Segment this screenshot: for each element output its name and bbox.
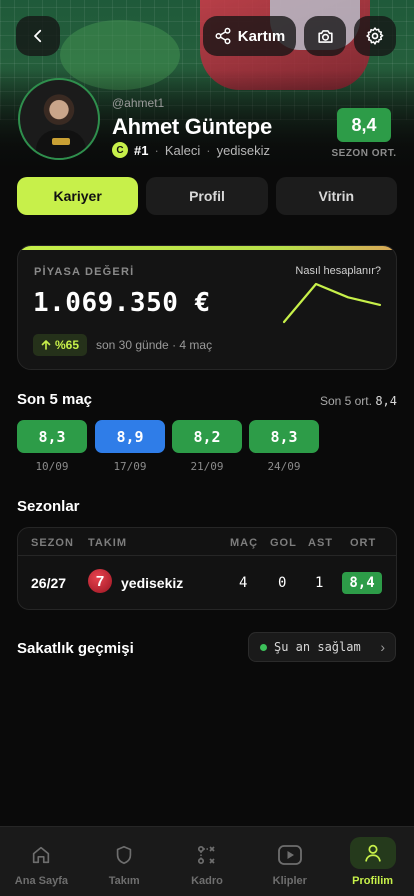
nav-home[interactable]: Ana Sayfa (0, 827, 83, 896)
user-icon-wrap (349, 837, 396, 869)
match-rating[interactable]: 8,3 (17, 420, 87, 453)
last5-title: Son 5 maç (17, 391, 93, 408)
table-divider (18, 555, 396, 556)
arrow-up-icon (41, 340, 51, 350)
separator-dot: · (206, 142, 211, 158)
shield-icon-wrap (101, 841, 147, 869)
average-cell: 8,4 (342, 572, 382, 594)
column-header-assists: AST (308, 537, 333, 549)
match-rating[interactable]: 8,2 (172, 420, 242, 453)
market-value-card: PİYASA DEĞERİ Nasıl hesaplanır? 1.069.35… (17, 245, 397, 370)
back-button[interactable] (16, 16, 60, 56)
settings-button[interactable] (354, 16, 396, 56)
market-value-period: son 30 günde · 4 maç (96, 338, 213, 352)
player-name: Ahmet Güntepe (112, 114, 272, 139)
column-header-matches: MAÇ (230, 537, 259, 549)
player-position: Kaleci (164, 142, 201, 158)
tab-kariyer[interactable]: Kariyer (17, 177, 139, 215)
league-badge: C (112, 142, 128, 158)
share-card-label: Kartım (237, 27, 286, 45)
play-icon-wrap (267, 841, 313, 869)
team-logo: 7 (88, 569, 112, 593)
shield-icon (116, 845, 132, 865)
last5-average-label: Son 5 ort. (319, 394, 372, 408)
tab-profil[interactable]: Profil (146, 177, 268, 215)
gear-icon (366, 27, 384, 45)
nav-home-label: Ana Sayfa (14, 875, 68, 887)
play-icon (277, 845, 302, 865)
status-dot (260, 643, 267, 651)
team-cell: yedisekiz (121, 575, 184, 591)
season-cell: 26/27 (31, 575, 67, 591)
profile-tabs: Kariyer Profil Vitrin (17, 177, 397, 215)
market-value-change-percent: %65 (55, 338, 80, 352)
match-date: 21/09 (190, 460, 224, 473)
column-header-average: ORT (350, 537, 377, 549)
share-icon (215, 27, 231, 45)
avatar-shirt (36, 130, 86, 158)
nav-clips-label: Klipler (272, 875, 307, 887)
share-card-button[interactable]: Kartım (203, 16, 296, 56)
matches-cell: 4 (239, 575, 248, 591)
injury-title: Sakatlık geçmişi (17, 640, 134, 657)
assists-cell: 1 (315, 575, 324, 591)
player-team: yedisekiz (216, 142, 271, 158)
avatar[interactable] (18, 78, 100, 160)
camera-button[interactable] (304, 16, 346, 56)
seasons-title: Sezonlar (17, 498, 80, 515)
last5-average-value: 8,4 (375, 394, 397, 408)
tactics-icon-wrap (184, 841, 230, 869)
match-rating[interactable]: 8,3 (249, 420, 319, 453)
last5-average: Son 5 ort. 8,4 (320, 394, 397, 408)
injury-status-button[interactable]: Şu an sağlam › (248, 632, 396, 662)
nav-team[interactable]: Takım (83, 827, 166, 896)
column-header-team: TAKIM (88, 537, 128, 549)
home-icon (33, 846, 50, 864)
avatar-sponsor (52, 138, 70, 145)
user-icon (364, 844, 381, 862)
chevron-right-icon: › (380, 639, 385, 655)
match-date: 24/09 (267, 460, 301, 473)
player-rank: #1 (134, 142, 149, 158)
market-value-sparkline (282, 282, 382, 324)
how-calculated-link[interactable]: Nasıl hesaplanır? (295, 265, 381, 277)
player-meta: C #1 · Kaleci · yedisekiz (112, 142, 270, 158)
match-date: 17/09 (113, 460, 147, 473)
injury-status-label: Şu an sağlam (274, 640, 361, 654)
nav-profile-label: Profilim (352, 875, 394, 887)
goals-cell: 0 (278, 575, 287, 591)
camera-icon (317, 29, 333, 43)
tab-vitrin[interactable]: Vitrin (275, 177, 397, 215)
nav-team-label: Takım (108, 875, 140, 887)
season-average-badge: 8,4 (337, 108, 391, 142)
card-accent-bar (18, 246, 396, 250)
nav-profile[interactable]: Profilim (331, 827, 414, 896)
season-average-label: SEZON ORT. (331, 148, 397, 159)
market-value-change: %65 (33, 334, 88, 356)
nav-clips[interactable]: Klipler (248, 827, 331, 896)
chevron-left-icon (34, 29, 42, 43)
sparkline-line (282, 282, 382, 324)
nav-squad[interactable]: Kadro (166, 827, 249, 896)
tactics-icon (197, 845, 215, 865)
match-rating[interactable]: 8,9 (95, 420, 165, 453)
bottom-navigation: Ana Sayfa Takım Kadro Klipler Profilim (0, 826, 414, 896)
match-date: 10/09 (35, 460, 69, 473)
column-header-goals: GOL (270, 537, 297, 549)
column-header-season: SEZON (31, 537, 74, 549)
home-icon-wrap (18, 841, 64, 869)
market-value-amount: 1.069.350 € (33, 288, 211, 318)
separator-dot: · (154, 142, 159, 158)
user-handle: @ahmet1 (112, 96, 165, 110)
seasons-table: SEZON TAKIM MAÇ GOL AST ORT 26/27 7 yedi… (17, 527, 397, 610)
nav-squad-label: Kadro (191, 875, 223, 887)
market-value-label: PİYASA DEĞERİ (34, 266, 135, 278)
